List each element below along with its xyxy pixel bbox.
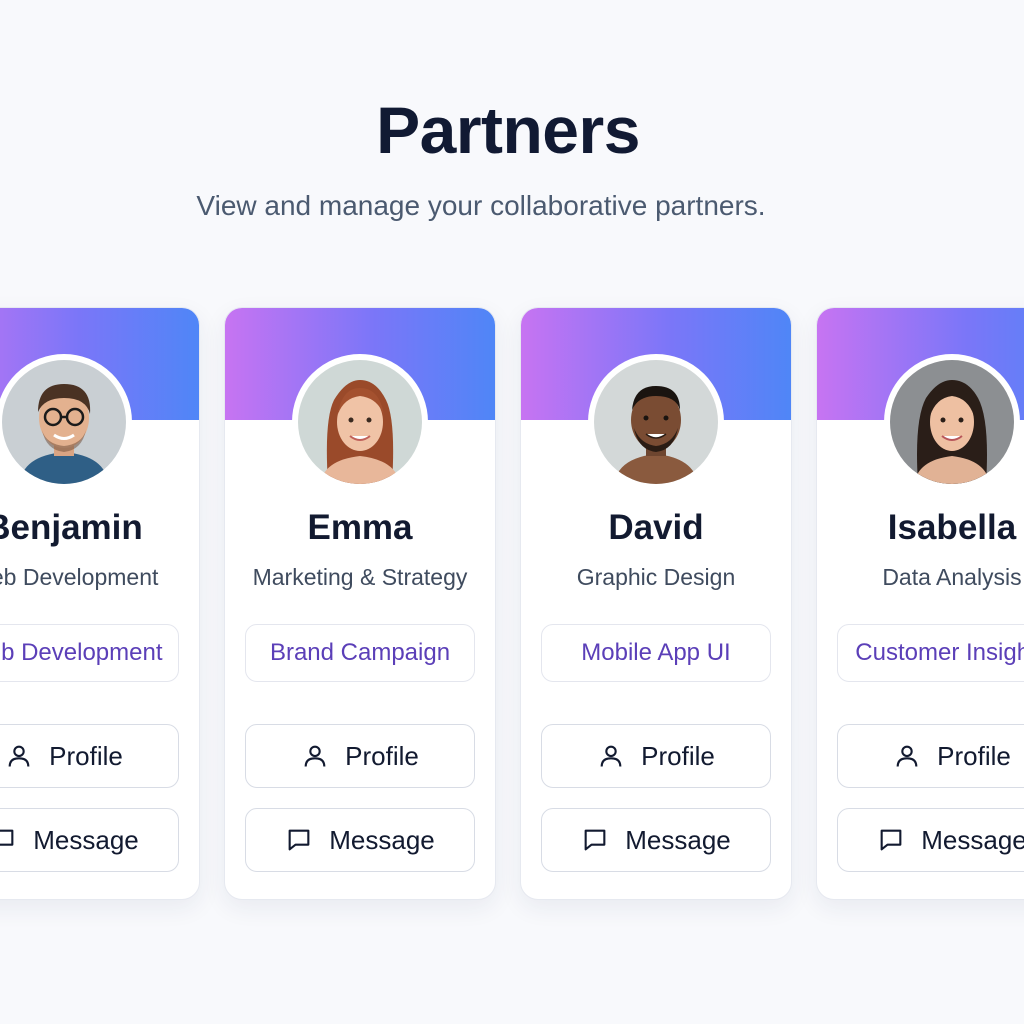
partner-card-emma: Emma Marketing & Strategy Brand Campaign… [224,307,496,900]
profile-button-label: Profile [345,740,419,771]
avatar [0,354,132,490]
partner-card-isabella: Isabella Data Analysis Customer Insights… [816,307,1024,900]
partner-name: Emma [307,508,413,547]
user-icon [597,742,625,770]
profile-button[interactable]: Profile [541,724,771,788]
partner-name: Benjamin [0,508,143,547]
chat-bubble-icon [0,826,17,854]
profile-button-label: Profile [49,740,123,771]
avatar [884,354,1020,490]
profile-button-label: Profile [937,740,1011,771]
page-subtitle: View and manage your collaborative partn… [196,190,766,221]
message-button-label: Message [921,824,1024,855]
partner-role: Marketing & Strategy [252,564,468,590]
partner-card-benjamin: Benjamin Web Development Web Development… [0,307,200,900]
profile-button-label: Profile [641,740,715,771]
partner-role: Web Development [0,564,159,590]
message-button-label: Message [329,824,435,855]
partners-page: Partners View and manage your collaborat… [0,0,1024,1024]
profile-button[interactable]: Profile [245,724,475,788]
project-tag[interactable]: Customer Insights [837,624,1024,682]
partner-name: David [608,508,704,547]
project-tag[interactable]: Mobile App UI [541,624,771,682]
chat-bubble-icon [581,826,609,854]
profile-button[interactable]: Profile [837,724,1024,788]
chat-bubble-icon [285,826,313,854]
message-button-label: Message [625,824,731,855]
partner-role: Graphic Design [576,564,736,590]
user-icon [301,742,329,770]
message-button[interactable]: Message [837,808,1024,872]
project-tag[interactable]: Web Development [0,624,179,682]
message-button[interactable]: Message [245,808,475,872]
user-icon [5,742,33,770]
partner-name: Isabella [887,508,1017,547]
page-title: Partners [376,93,640,167]
message-button-label: Message [33,824,139,855]
avatar [292,354,428,490]
partner-role: Data Analysis [882,564,1022,590]
message-button[interactable]: Message [541,808,771,872]
message-button[interactable]: Message [0,808,179,872]
project-tag[interactable]: Brand Campaign [245,624,475,682]
user-icon [893,742,921,770]
partner-card-david: David Graphic Design Mobile App UI Profi… [520,307,792,900]
profile-button[interactable]: Profile [0,724,179,788]
avatar [588,354,724,490]
chat-bubble-icon [877,826,905,854]
